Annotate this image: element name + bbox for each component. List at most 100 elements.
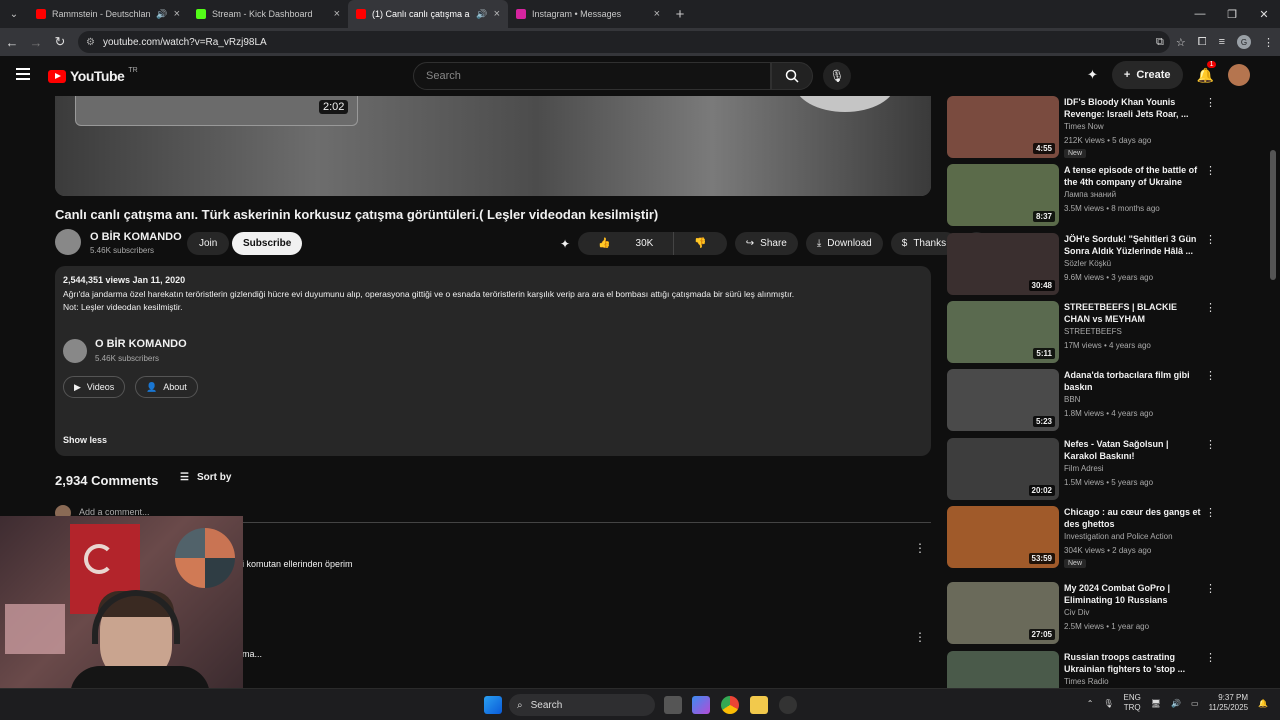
close-tab-icon[interactable]: × — [494, 8, 500, 20]
related-video-channel[interactable]: Times Now — [1064, 122, 1104, 131]
url-field[interactable]: ⚙ youtube.com/watch?v=Ra_vRzj98LA — [78, 31, 1170, 53]
related-video-title[interactable]: STREETBEEFS | BLACKIE CHAN vs MEYHAM — [1064, 301, 1204, 325]
video-thumbnail[interactable]: 53:59 — [947, 506, 1059, 568]
tab-instagram[interactable]: Instagram • Messages × — [508, 0, 668, 28]
search-button[interactable] — [771, 62, 813, 90]
comment-menu-icon[interactable]: ⋮ — [914, 541, 926, 555]
reading-list-icon[interactable]: ≡ — [1219, 36, 1225, 48]
create-button[interactable]: + Create — [1111, 61, 1183, 89]
maximize-icon[interactable]: ❐ — [1216, 0, 1248, 28]
search-input[interactable]: Search — [413, 62, 771, 90]
file-explorer-icon[interactable] — [750, 696, 768, 714]
show-less-button[interactable]: Show less — [63, 435, 107, 445]
page-scrollbar[interactable] — [1270, 150, 1276, 280]
join-button[interactable]: Join — [187, 232, 230, 255]
voice-search-button[interactable]: 🎙 — [823, 62, 851, 90]
related-video-item[interactable]: 5:11 STREETBEEFS | BLACKIE CHAN vs MEYHAM… — [947, 301, 1227, 365]
close-tab-icon[interactable]: × — [334, 8, 340, 20]
related-video-title[interactable]: A tense episode of the battle of the 4th… — [1064, 164, 1204, 188]
tab-kick[interactable]: Stream - Kick Dashboard × — [188, 0, 348, 28]
related-video-channel[interactable]: Times Radio — [1064, 677, 1109, 686]
obs-icon[interactable] — [779, 696, 797, 714]
video-menu-icon[interactable]: ⋮ — [1205, 233, 1216, 246]
channel-avatar[interactable] — [55, 229, 81, 255]
close-tab-icon[interactable]: × — [174, 8, 180, 20]
cast-icon[interactable]: ⧉ — [1156, 36, 1164, 49]
hamburger-menu-icon[interactable] — [16, 68, 30, 80]
close-tab-icon[interactable]: × — [654, 8, 660, 20]
new-tab-button[interactable]: + — [668, 6, 692, 23]
related-video-title[interactable]: Nefes - Vatan Sağolsun | Karakol Baskını… — [1064, 438, 1204, 462]
forward-icon[interactable]: → — [24, 28, 48, 56]
related-video-item[interactable]: 20:02 Nefes - Vatan Sağolsun | Karakol Ba… — [947, 438, 1227, 502]
video-menu-icon[interactable]: ⋮ — [1205, 506, 1216, 519]
share-button[interactable]: ↪ Share — [734, 232, 798, 255]
related-video-channel[interactable]: Film Adresi — [1064, 464, 1104, 473]
microphone-tray-icon[interactable]: 🎙 — [1103, 699, 1113, 708]
related-video-title[interactable]: My 2024 Combat GoPro | Eliminating 10 Ru… — [1064, 582, 1204, 606]
description-channel-avatar[interactable] — [63, 339, 87, 363]
tab-rammstein[interactable]: Rammstein - Deutschland ( 🔊 × — [28, 0, 188, 28]
description-box[interactable]: 2,544,351 views Jan 11, 2020 Ağrı'da jan… — [55, 266, 931, 456]
reload-icon[interactable]: ↻ — [48, 28, 72, 56]
related-video-channel[interactable]: Civ Div — [1064, 608, 1089, 617]
related-video-channel[interactable]: BBN — [1064, 395, 1080, 404]
profile-avatar[interactable]: G — [1237, 35, 1251, 49]
video-menu-icon[interactable]: ⋮ — [1205, 301, 1216, 314]
video-thumbnail[interactable]: 27:05 — [947, 582, 1059, 644]
sparkle-icon[interactable]: ✦ — [560, 237, 570, 251]
related-video-title[interactable]: JÖH'e Sorduk! "Şehitleri 3 Gün Sonra Ald… — [1064, 233, 1204, 257]
related-video-item[interactable]: 5:23 Adana'da torbacılara film gibi baskı… — [947, 369, 1227, 433]
notifications-button[interactable]: 🔔 1 — [1197, 60, 1217, 84]
related-video-channel[interactable]: Sözler Köşkü — [1064, 259, 1111, 268]
related-video-title[interactable]: Chicago : au cœur des gangs et des ghett… — [1064, 506, 1204, 530]
related-video-title[interactable]: Russian troops castrating Ukrainian figh… — [1064, 651, 1204, 675]
volume-icon[interactable]: 🔊 — [1171, 699, 1181, 708]
related-video-channel[interactable]: STREETBEEFS — [1064, 327, 1122, 336]
video-thumbnail[interactable]: 5:11 — [947, 301, 1059, 363]
related-video-title[interactable]: IDF's Bloody Khan Younis Revenge: Israel… — [1064, 96, 1204, 120]
windows-start-icon[interactable] — [484, 696, 502, 714]
notification-center-icon[interactable]: 🔔 — [1258, 699, 1268, 708]
battery-icon[interactable]: ▭ — [1191, 699, 1199, 708]
taskbar-search[interactable]: ⌕ Search — [509, 694, 655, 716]
sort-comments-button[interactable]: ☰ Sort by — [180, 472, 231, 483]
tab-search-icon[interactable]: ⌄ — [0, 0, 28, 28]
bookmark-star-icon[interactable]: ☆ — [1176, 36, 1186, 49]
video-menu-icon[interactable]: ⋮ — [1205, 96, 1216, 109]
tab-youtube-active[interactable]: (1) Canlı canlı çatışma anı. T 🔊 × — [348, 0, 508, 28]
video-menu-icon[interactable]: ⋮ — [1205, 651, 1216, 664]
site-info-icon[interactable]: ⚙ — [86, 37, 95, 48]
task-view-icon[interactable] — [664, 696, 682, 714]
video-menu-icon[interactable]: ⋮ — [1205, 369, 1216, 382]
tray-chevron-icon[interactable]: ⌃ — [1087, 699, 1094, 708]
extensions-icon[interactable]: ⧠ — [1198, 36, 1207, 49]
chrome-icon[interactable] — [721, 696, 739, 714]
about-button[interactable]: 👤 About — [135, 376, 198, 398]
video-menu-icon[interactable]: ⋮ — [1205, 164, 1216, 177]
related-video-channel[interactable]: Лампа знаний — [1064, 190, 1116, 199]
video-menu-icon[interactable]: ⋮ — [1205, 438, 1216, 451]
back-icon[interactable]: ← — [0, 28, 24, 56]
related-video-item[interactable]: 53:59 Chicago : au cœur des gangs et des … — [947, 506, 1227, 570]
copilot-icon[interactable] — [692, 696, 710, 714]
video-player[interactable]: 2:02 — [55, 96, 931, 196]
related-video-channel[interactable]: Investigation and Police Action — [1064, 532, 1173, 541]
channel-name[interactable]: O BİR KOMANDO — [90, 231, 182, 243]
network-icon[interactable]: 🖥 — [1151, 699, 1161, 708]
audio-icon[interactable]: 🔊 — [156, 9, 167, 20]
like-button[interactable]: 👍 30K — [578, 232, 673, 255]
video-thumbnail[interactable]: 5:23 — [947, 369, 1059, 431]
end-screen-thumbnail[interactable] — [75, 96, 358, 126]
account-avatar[interactable] — [1228, 64, 1250, 86]
related-video-item[interactable]: 8:37 A tense episode of the battle of the… — [947, 164, 1227, 228]
subscribe-button[interactable]: Subscribe — [232, 232, 303, 255]
download-button[interactable]: ⤓ Download — [805, 232, 883, 255]
comment-menu-icon[interactable]: ⋮ — [914, 630, 926, 644]
browser-menu-icon[interactable]: ⋮ — [1263, 36, 1274, 49]
related-video-item[interactable]: 4:55 IDF's Bloody Khan Younis Revenge: Is… — [947, 96, 1227, 160]
video-thumbnail[interactable]: 4:55 — [947, 96, 1059, 158]
youtube-logo[interactable]: YouTube TR — [48, 67, 138, 84]
close-window-icon[interactable]: ✕ — [1248, 0, 1280, 28]
video-menu-icon[interactable]: ⋮ — [1205, 582, 1216, 595]
